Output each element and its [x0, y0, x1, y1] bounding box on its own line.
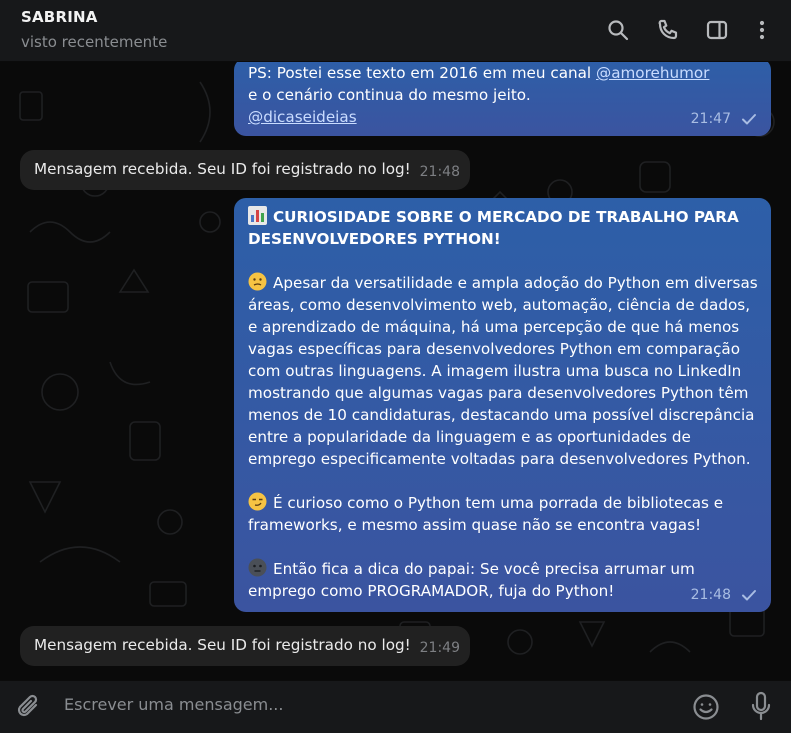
- message-time: 21:47: [690, 111, 731, 127]
- sidebar-toggle-icon[interactable]: [705, 18, 729, 42]
- message-text: PS: Postei esse texto em 2016 em meu can…: [248, 64, 710, 126]
- channel-link[interactable]: @dicaseideias: [248, 108, 357, 126]
- message-input[interactable]: Escrever uma mensagem...: [64, 695, 283, 714]
- search-icon[interactable]: [606, 18, 630, 42]
- message-meta: 21:47: [691, 108, 757, 130]
- dark-face-icon: [248, 558, 267, 577]
- message-outgoing[interactable]: PS: Postei esse texto em 2016 em meu can…: [234, 62, 771, 136]
- sent-check-icon: [741, 113, 757, 125]
- message-meta: 21:48: [691, 584, 757, 606]
- thinking-face-icon: [248, 272, 267, 291]
- message-composer: Escrever uma mensagem...: [0, 680, 791, 733]
- message-paragraph: É curioso como o Python tem uma porrada …: [248, 492, 724, 534]
- message-paragraph: Então fica a dica do papai: Se você prec…: [248, 558, 695, 600]
- message-time: 21:48: [690, 587, 731, 603]
- message-time: 21:49: [419, 640, 460, 656]
- message-list[interactable]: PS: Postei esse texto em 2016 em meu can…: [0, 62, 791, 680]
- message-incoming[interactable]: Mensagem recebida. Seu ID foi registrado…: [20, 150, 470, 190]
- message-time: 21:48: [419, 164, 460, 180]
- smirk-face-icon: [248, 492, 267, 511]
- more-vertical-icon[interactable]: [750, 18, 774, 42]
- message-text: Mensagem recebida. Seu ID foi registrado…: [34, 160, 411, 178]
- message-paragraph: Apesar da versatilidade e ampla adoção d…: [248, 272, 758, 468]
- emoji-icon[interactable]: [692, 693, 720, 721]
- phone-icon[interactable]: [656, 18, 680, 42]
- contact-name[interactable]: SABRINA: [21, 8, 98, 26]
- contact-status: visto recentemente: [21, 33, 168, 51]
- message-text: Mensagem recebida. Seu ID foi registrado…: [34, 636, 411, 654]
- message-title: CURIOSIDADE SOBRE O MERCADO DE TRABALHO …: [248, 206, 739, 248]
- sent-check-icon: [741, 589, 757, 601]
- chat-header: SABRINA visto recentemente: [0, 0, 791, 62]
- message-incoming[interactable]: Mensagem recebida. Seu ID foi registrado…: [20, 626, 470, 666]
- microphone-icon[interactable]: [750, 691, 772, 723]
- message-outgoing[interactable]: CURIOSIDADE SOBRE O MERCADO DE TRABALHO …: [234, 198, 771, 612]
- attach-icon[interactable]: [16, 693, 42, 721]
- channel-link[interactable]: @amorehumor: [596, 64, 709, 82]
- bar-chart-icon: [248, 206, 267, 225]
